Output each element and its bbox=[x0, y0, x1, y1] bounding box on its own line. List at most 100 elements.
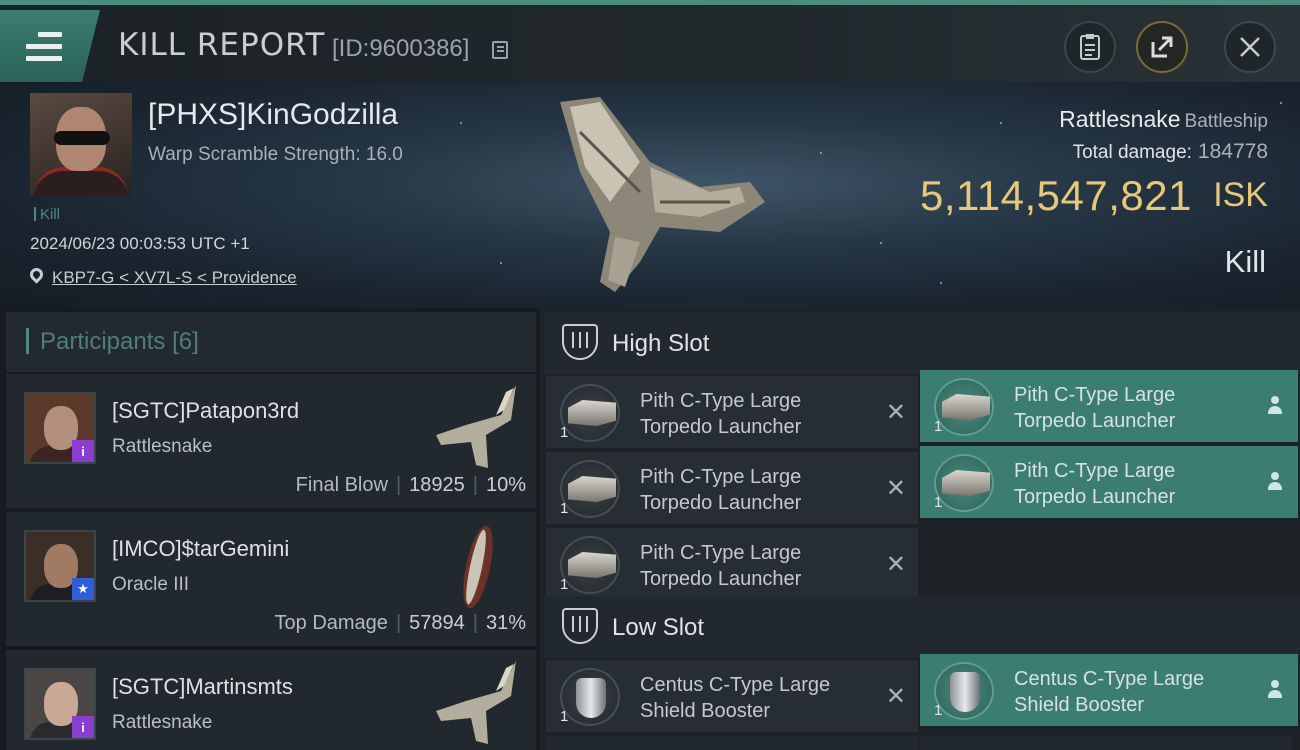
participant-name[interactable]: [SGTC]Patapon3rd bbox=[112, 398, 299, 424]
victim-name[interactable]: [PHXS]KinGodzilla bbox=[148, 98, 398, 132]
participant-row[interactable]: ★ [IMCO]$tarGemini Oracle III Top Damage… bbox=[6, 512, 536, 646]
destroyed-icon: ✕ bbox=[885, 475, 906, 502]
module-name: Centus C-Type Large Shield Booster bbox=[640, 674, 831, 722]
participant-row[interactable]: i [SGTC]Martinsmts Rattlesnake bbox=[6, 650, 536, 750]
torpedo-launcher-icon bbox=[560, 384, 620, 442]
module-name: Centus C-Type Large Shield Booster bbox=[1014, 668, 1205, 716]
torpedo-launcher-icon bbox=[560, 460, 620, 518]
kill-result: Kill bbox=[1224, 244, 1266, 279]
torpedo-launcher-icon bbox=[934, 378, 994, 436]
participants-header: Participants [6] bbox=[6, 312, 536, 372]
victim-ship-type: Rattlesnake Battleship bbox=[1059, 106, 1268, 133]
module-quantity: 1 bbox=[560, 500, 569, 517]
participant-stats: Final Blow | 18925 | 10% bbox=[295, 474, 526, 496]
menu-button[interactable] bbox=[0, 10, 100, 82]
participant-damage: 18925 bbox=[409, 474, 465, 496]
module-slot[interactable]: 1 Centus C-Type Large Shield Booster ✕ bbox=[546, 660, 918, 732]
shield-booster-icon bbox=[934, 662, 994, 720]
dropped-person-icon bbox=[1268, 472, 1282, 490]
isk-currency: ISK bbox=[1213, 176, 1268, 214]
destroyed-icon: ✕ bbox=[885, 399, 906, 426]
dropped-person-icon bbox=[1268, 396, 1282, 414]
menu-icon bbox=[26, 32, 62, 68]
isk-value: 5,114,547,821 bbox=[920, 172, 1192, 219]
participant-percent: 31% bbox=[485, 612, 526, 634]
participant-row[interactable]: i [SGTC]Patapon3rd Rattlesnake Final Blo… bbox=[6, 374, 536, 508]
torpedo-launcher-icon bbox=[560, 536, 620, 594]
clipboard-icon bbox=[1080, 34, 1100, 60]
module-quantity: 1 bbox=[934, 702, 943, 719]
participant-stat-label: Final Blow bbox=[295, 474, 388, 496]
module-name: Pith C-Type Large Torpedo Launcher bbox=[640, 542, 802, 590]
high-slot-icon bbox=[562, 324, 598, 360]
module-name: Pith C-Type Large Torpedo Launcher bbox=[640, 390, 802, 438]
participant-percent: 10% bbox=[485, 474, 526, 496]
module-slot-partial[interactable] bbox=[920, 736, 1292, 750]
low-slot-header: Low Slot bbox=[544, 596, 1300, 658]
participants-count: [6] bbox=[172, 328, 199, 355]
destroyed-icon: ✕ bbox=[885, 551, 906, 578]
participants-panel[interactable]: Participants [6] i [SGTC]Patapon3rd Ratt… bbox=[0, 308, 540, 750]
participant-ship-image bbox=[463, 525, 493, 609]
location-pin-icon bbox=[27, 265, 46, 284]
kill-datetime: 2024/06/23 00:03:53 UTC +1 bbox=[30, 234, 250, 253]
total-damage-value: 184778 bbox=[1197, 140, 1268, 163]
module-name: Pith C-Type Large Torpedo Launcher bbox=[640, 466, 802, 514]
total-damage-label: Total damage: bbox=[1072, 142, 1192, 163]
warp-scramble-strength: Warp Scramble Strength: 16.0 bbox=[148, 144, 403, 165]
high-slot-title: High Slot bbox=[612, 330, 710, 357]
module-quantity: 1 bbox=[560, 708, 569, 725]
participant-ship: Oracle III bbox=[112, 574, 190, 595]
torpedo-launcher-icon bbox=[934, 454, 994, 512]
victim-ship-name: Rattlesnake bbox=[1059, 106, 1181, 132]
participant-badge: ★ bbox=[72, 578, 94, 600]
module-slot[interactable]: 1 Pith C-Type Large Torpedo Launcher ✕ bbox=[546, 528, 918, 600]
participant-badge: i bbox=[72, 716, 94, 738]
victim-ship-image[interactable] bbox=[540, 92, 770, 302]
high-slot-header: High Slot bbox=[544, 312, 1300, 374]
module-slot[interactable]: 1 Pith C-Type Large Torpedo Launcher bbox=[920, 370, 1298, 442]
kill-location-link[interactable]: KBP7-G < XV7L-S < Providence bbox=[52, 268, 297, 288]
module-slot[interactable]: 1 Pith C-Type Large Torpedo Launcher ✕ bbox=[546, 452, 918, 524]
header-bar: KILL REPORT [ID:9600386] bbox=[0, 0, 1300, 82]
kill-tag: Kill bbox=[34, 206, 60, 223]
participant-stats: Top Damage | 57894 | 31% bbox=[274, 612, 526, 634]
page-title: KILL REPORT bbox=[118, 27, 326, 63]
module-slot[interactable]: 1 Pith C-Type Large Torpedo Launcher ✕ bbox=[546, 376, 918, 448]
dropped-person-icon bbox=[1268, 680, 1282, 698]
share-icon bbox=[1151, 36, 1173, 58]
participant-ship-image bbox=[436, 661, 516, 744]
shield-booster-icon bbox=[560, 668, 620, 726]
clipboard-button[interactable] bbox=[1064, 21, 1116, 73]
participant-ship: Rattlesnake bbox=[112, 712, 213, 733]
module-quantity: 1 bbox=[560, 424, 569, 441]
module-slot-partial[interactable] bbox=[546, 736, 918, 750]
copy-icon[interactable] bbox=[492, 41, 508, 59]
participant-damage: 57894 bbox=[409, 612, 465, 634]
victim-portrait[interactable] bbox=[30, 93, 132, 195]
share-button[interactable] bbox=[1136, 21, 1188, 73]
victim-banner: [PHXS]KinGodzilla Warp Scramble Strength… bbox=[0, 82, 1300, 308]
close-icon bbox=[1240, 37, 1260, 57]
destroyed-icon: ✕ bbox=[885, 683, 906, 710]
victim-ship-class: Battleship bbox=[1184, 111, 1268, 132]
low-slot-title: Low Slot bbox=[612, 614, 705, 641]
participant-name[interactable]: [IMCO]$tarGemini bbox=[112, 536, 289, 562]
participants-label: Participants bbox=[40, 328, 166, 355]
module-slot[interactable]: 1 Centus C-Type Large Shield Booster bbox=[920, 654, 1298, 726]
module-name: Pith C-Type Large Torpedo Launcher bbox=[1014, 460, 1176, 508]
low-slot-icon bbox=[562, 608, 598, 644]
module-name: Pith C-Type Large Torpedo Launcher bbox=[1014, 384, 1176, 432]
module-quantity: 1 bbox=[934, 494, 943, 511]
participant-ship: Rattlesnake bbox=[112, 436, 213, 457]
total-damage: Total damage: 184778 bbox=[1073, 140, 1268, 164]
participant-badge: i bbox=[72, 440, 94, 462]
participant-stat-label: Top Damage bbox=[274, 612, 388, 634]
report-id: [ID:9600386] bbox=[332, 35, 470, 62]
close-button[interactable] bbox=[1224, 21, 1276, 73]
module-quantity: 1 bbox=[934, 418, 943, 435]
participant-ship-image bbox=[436, 385, 516, 468]
fitting-panel[interactable]: High Slot 1 Pith C-Type Large Torpedo La… bbox=[540, 308, 1300, 750]
module-slot[interactable]: 1 Pith C-Type Large Torpedo Launcher bbox=[920, 446, 1298, 518]
participant-name[interactable]: [SGTC]Martinsmts bbox=[112, 674, 293, 700]
